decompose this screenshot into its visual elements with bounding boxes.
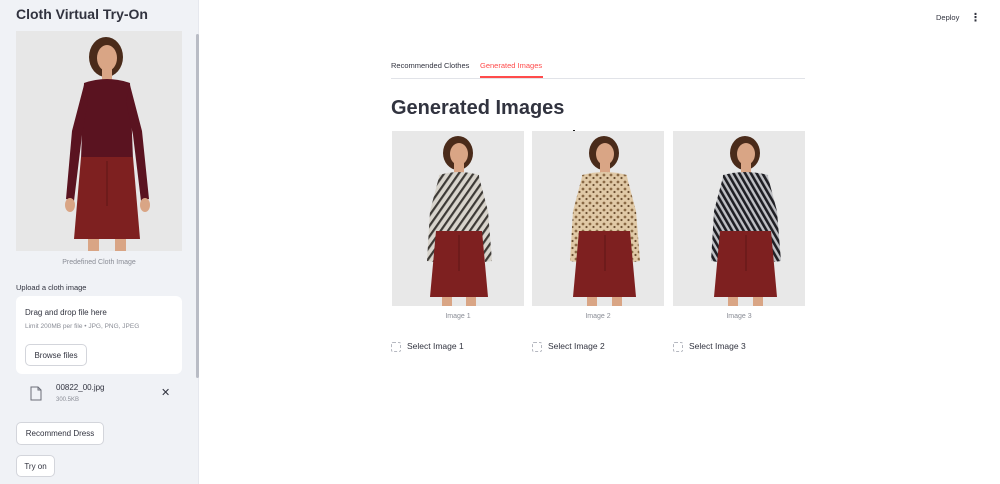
tab-bar: Recommended Clothes Generated Images: [391, 55, 805, 79]
active-tab-indicator: [480, 76, 543, 78]
file-dropzone[interactable]: Drag and drop file here Limit 200MB per …: [16, 296, 182, 374]
dropzone-title: Drag and drop file here: [25, 308, 107, 317]
dropzone-limit: Limit 200MB per file • JPG, PNG, JPEG: [25, 323, 140, 330]
image-1-caption: Image 1: [445, 313, 471, 320]
uploaded-file-row: 00822_00.jpg 300.5KB ✕: [16, 380, 182, 410]
predefined-image-caption: Predefined Cloth Image: [62, 259, 136, 266]
sidebar: Cloth Virtual Try-On Predefined Cloth Im…: [0, 0, 199, 484]
image-3-caption: Image 3: [726, 313, 752, 320]
kebab-menu-icon[interactable]: ⋮: [970, 11, 981, 24]
uploaded-file-name: 00822_00.jpg: [56, 383, 105, 392]
select-image-1-label[interactable]: Select Image 1: [407, 341, 464, 351]
deploy-button[interactable]: Deploy: [936, 13, 959, 22]
browse-files-button[interactable]: Browse files: [25, 344, 87, 366]
uploaded-file-size: 300.5KB: [56, 397, 80, 403]
generated-image-2: [532, 131, 664, 306]
tab-recommended-clothes[interactable]: Recommended Clothes: [391, 61, 469, 70]
select-image-2-label[interactable]: Select Image 2: [548, 341, 605, 351]
close-icon[interactable]: ✕: [161, 386, 170, 399]
page-title: Generated Images: [391, 97, 565, 119]
upload-label: Upload a cloth image: [16, 283, 87, 292]
checkbox-box[interactable]: [391, 342, 401, 352]
generated-image-1: [392, 131, 524, 306]
select-image-3-label[interactable]: Select Image 3: [689, 341, 746, 351]
sidebar-scrollbar[interactable]: [196, 34, 199, 378]
checkbox-box[interactable]: [673, 342, 683, 352]
file-icon: [30, 386, 42, 401]
predefined-cloth-image: [16, 31, 182, 251]
checkbox-box[interactable]: [532, 342, 542, 352]
generated-image-3: [673, 131, 805, 306]
try-on-button[interactable]: Try on: [16, 455, 55, 477]
tab-generated-images[interactable]: Generated Images: [480, 61, 542, 70]
app-title: Cloth Virtual Try-On: [16, 6, 148, 22]
recommend-dress-button[interactable]: Recommend Dress: [16, 422, 104, 445]
image-2-caption: Image 2: [585, 313, 611, 320]
